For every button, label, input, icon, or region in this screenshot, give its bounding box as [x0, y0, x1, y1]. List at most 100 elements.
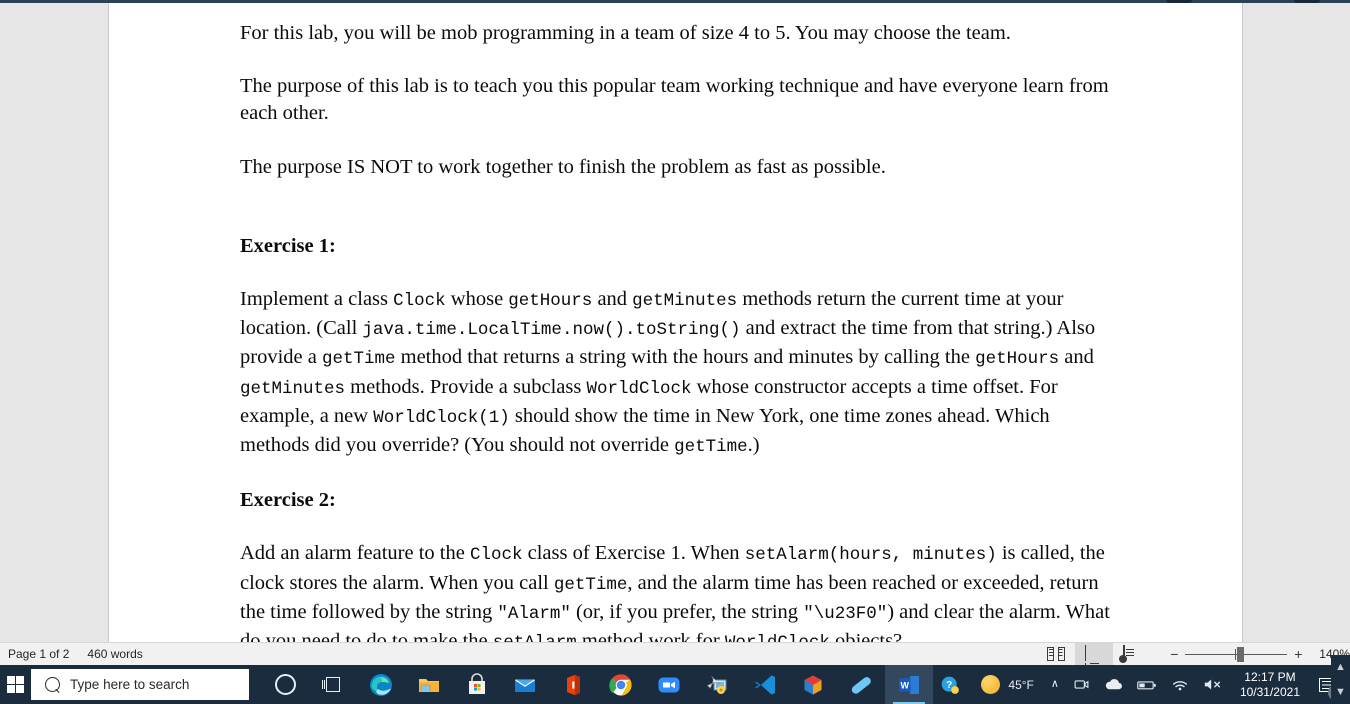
code-run: getHours	[975, 349, 1060, 370]
task-view-icon	[322, 676, 344, 694]
start-button[interactable]	[0, 665, 31, 704]
clock-widget[interactable]: 12:17 PM 10/31/2021	[1230, 670, 1308, 700]
svg-text:W: W	[901, 680, 910, 690]
vertical-spacer	[240, 461, 1120, 487]
document-body[interactable]: For this lab, you will be mob programmin…	[240, 20, 1120, 642]
status-bar-right: − + 140%	[1037, 642, 1350, 666]
exercise-1-heading: Exercise 1:	[240, 234, 336, 257]
taskbar-item-zoom[interactable]	[645, 665, 693, 704]
web-layout-icon	[1119, 645, 1141, 663]
print-layout-icon	[1085, 645, 1104, 665]
code-run: getHours	[508, 291, 593, 312]
zoom-slider-thumb[interactable]	[1237, 646, 1245, 662]
taskbar-item-mail[interactable]	[501, 665, 549, 704]
web-layout-button[interactable]	[1113, 643, 1151, 666]
battery-icon	[1137, 680, 1156, 689]
taskbar-search-box[interactable]: Type here to search	[31, 669, 250, 700]
scrollbar-arrows[interactable]: ▲ ▼	[1331, 655, 1350, 704]
text-run: method that returns a string with the ho…	[395, 346, 976, 369]
code-run: Clock	[393, 291, 446, 312]
text-run: class of Exercise 1. When	[522, 542, 745, 565]
taskbar-item-package-3d[interactable]	[789, 665, 837, 704]
paragraph-intro: For this lab, you will be mob programmin…	[240, 20, 1120, 47]
zoom-control: − + 140%	[1151, 643, 1350, 666]
taskbar-item-file-explorer[interactable]	[405, 665, 453, 704]
office-icon	[567, 674, 581, 695]
taskbar-item-blue-capsule-app[interactable]	[837, 665, 885, 704]
sunny-weather-icon	[981, 675, 1001, 694]
google-chrome-icon	[609, 673, 632, 695]
zoom-icon	[658, 677, 680, 692]
volume-tray-button[interactable]	[1196, 665, 1230, 704]
taskbar-item-office[interactable]	[549, 665, 597, 704]
file-explorer-icon	[419, 678, 440, 692]
camera-tray-icon-button[interactable]	[1066, 665, 1097, 704]
read-mode-button[interactable]	[1037, 643, 1075, 666]
text-run: objects?	[829, 630, 903, 642]
text-run: whose	[445, 288, 509, 311]
show-hidden-icons-button[interactable]: ∧	[1044, 665, 1066, 704]
page-indicator[interactable]: Page 1 of 2	[8, 647, 69, 661]
word-count[interactable]: 460 words	[87, 647, 142, 661]
document-page[interactable]: For this lab, you will be mob programmin…	[108, 3, 1243, 642]
ribbon-nub-right	[1294, 0, 1320, 3]
code-run: java.time.LocalTime.now().toString()	[362, 320, 741, 341]
paragraph-not-purpose: The purpose IS NOT to work together to f…	[240, 154, 1120, 181]
code-run: getTime	[674, 437, 748, 458]
exercise-2-heading: Exercise 2:	[240, 489, 336, 512]
windows-logo-icon	[7, 676, 25, 693]
taskbar-item-cortana[interactable]	[261, 665, 309, 704]
clock-date: 10/31/2021	[1239, 684, 1300, 699]
zoom-slider-rail	[1185, 653, 1288, 655]
print-layout-button[interactable]	[1075, 642, 1114, 665]
microsoft-store-icon	[469, 672, 486, 694]
taskbar-item-microsoft-word[interactable]: W	[885, 665, 934, 704]
code-run: Clock	[469, 545, 523, 566]
clock-time: 12:17 PM	[1244, 669, 1296, 684]
taskbar-item-app-launcher[interactable]	[693, 665, 741, 704]
status-bar: Page 1 of 2 460 words − + 140%	[0, 642, 1350, 665]
chevron-up-icon: ∧	[1050, 678, 1059, 690]
speaker-muted-icon	[1204, 679, 1220, 690]
paragraph-text: The purpose IS NOT to work together to f…	[240, 155, 886, 178]
text-run: and	[1059, 346, 1094, 369]
zoom-out-button[interactable]: −	[1163, 643, 1185, 666]
code-run: setAlarm	[493, 633, 577, 642]
exercise-1-body: Implement a class Clock whose getHours a…	[240, 286, 1120, 461]
windows-taskbar: Type here to search W ? 45°F ∧ 12:17 PM …	[0, 665, 1350, 704]
code-run: "\u23F0"	[803, 603, 888, 624]
vertical-spacer	[240, 207, 1120, 233]
app-launcher-icon	[707, 675, 727, 694]
taskbar-item-task-view[interactable]	[309, 665, 357, 704]
scroll-down-arrow[interactable]: ▼	[1335, 686, 1347, 698]
taskbar-item-microsoft-store[interactable]	[453, 665, 501, 704]
status-bar-left: Page 1 of 2 460 words	[0, 647, 143, 661]
zoom-slider[interactable]	[1185, 643, 1288, 666]
scroll-up-arrow[interactable]: ▲	[1335, 661, 1347, 673]
text-run: (or, if you prefer, the string	[570, 600, 804, 623]
taskbar-item-microsoft-edge[interactable]	[357, 665, 405, 704]
text-run: Implement a class	[240, 288, 394, 311]
help-button[interactable]: ?	[933, 665, 967, 704]
text-run: and	[592, 288, 633, 311]
weather-widget[interactable]: 45°F	[967, 675, 1043, 694]
zoom-in-button[interactable]: +	[1287, 643, 1309, 666]
code-run: getMinutes	[632, 291, 738, 312]
microsoft-word-icon: W	[899, 675, 920, 694]
taskbar-item-google-chrome[interactable]	[597, 665, 645, 704]
mail-icon	[515, 678, 536, 692]
network-tray-button[interactable]	[1164, 665, 1196, 704]
weather-temperature: 45°F	[1008, 677, 1034, 692]
microsoft-edge-icon	[370, 673, 393, 696]
search-icon	[41, 673, 64, 696]
onedrive-tray-button[interactable]	[1097, 665, 1130, 704]
code-run: getMinutes	[240, 378, 346, 399]
onedrive-cloud-icon	[1105, 679, 1122, 690]
word-application-window: For this lab, you will be mob programmin…	[0, 0, 1350, 665]
taskbar-item-visual-studio-code[interactable]	[741, 665, 789, 704]
read-mode-icon	[1047, 646, 1066, 662]
code-run: WorldClock	[725, 633, 830, 642]
text-run: Add an alarm feature to the	[240, 542, 470, 565]
battery-tray-button[interactable]	[1130, 665, 1164, 704]
code-run: getTime	[553, 574, 628, 595]
